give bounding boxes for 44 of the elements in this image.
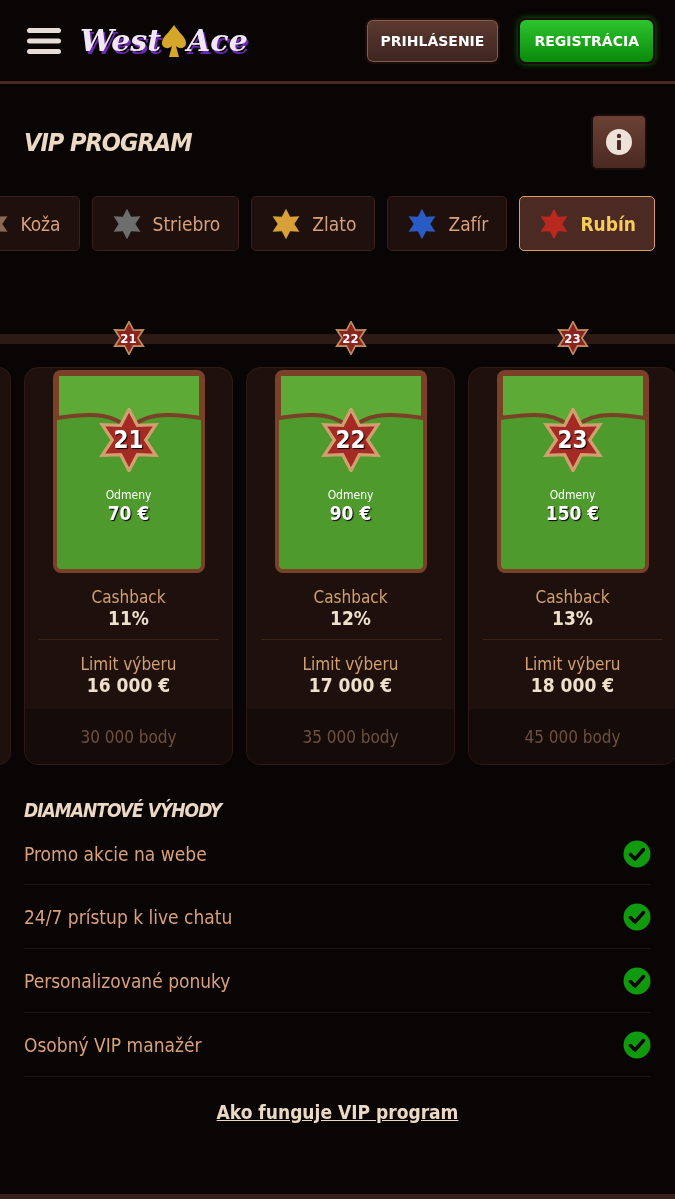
limit-label: Limit výberu xyxy=(524,654,621,674)
reward-value: 150 € xyxy=(545,502,600,524)
level-marker: 21 xyxy=(111,321,146,355)
cashback-value: 12% xyxy=(330,607,371,629)
limit-value: 16 000 € xyxy=(86,674,171,696)
reward-value: 90 € xyxy=(329,502,372,524)
points-text: 45 000 body xyxy=(524,726,621,747)
tier-tab[interactable]: Zlato xyxy=(251,196,376,251)
cashback-value: 13% xyxy=(552,607,593,629)
level-marker: 23 xyxy=(555,321,590,355)
section-title: DIAMANTOVÉ VÝHODY xyxy=(24,799,225,821)
level-badge: 21 xyxy=(96,408,161,472)
cashback-label: Cashback xyxy=(313,587,388,607)
page-title: VIP PROGRAM xyxy=(24,127,192,157)
benefit-label: Osobný VIP manažér xyxy=(24,1033,202,1056)
reward-label: Odmeny xyxy=(549,488,596,502)
benefit-label: Promo akcie na webe xyxy=(24,842,207,865)
vip-info-link[interactable]: Ako funguje VIP program xyxy=(216,1101,459,1123)
cashback-label: Cashback xyxy=(91,587,166,607)
tier-tab[interactable]: Koža xyxy=(0,196,80,251)
points-text: 35 000 body xyxy=(302,726,399,747)
level-badge: 23 xyxy=(540,408,605,472)
reward-label: Odmeny xyxy=(105,488,152,502)
tier-tab[interactable]: Zafír xyxy=(387,196,508,251)
benefit-label: Personalizované ponuky xyxy=(24,969,231,992)
limit-label: Limit výberu xyxy=(80,654,177,674)
tier-tab[interactable]: Striebro xyxy=(91,196,240,251)
reward-label: Odmeny xyxy=(327,488,374,502)
limit-value: 18 000 € xyxy=(530,674,615,696)
menu-icon[interactable] xyxy=(26,25,62,56)
level-badge: 22 xyxy=(318,408,383,472)
info-icon xyxy=(605,128,633,156)
benefit-label: 24/7 prístup k live chatu xyxy=(24,905,233,928)
info-button[interactable] xyxy=(591,114,647,170)
cashback-value: 11% xyxy=(108,607,149,629)
reward-value: 70 € xyxy=(107,502,150,524)
login-button[interactable]: PRIHLÁSENIE xyxy=(364,17,501,64)
points-text: 30 000 body xyxy=(80,726,177,747)
logo-text: West xyxy=(80,23,162,58)
limit-label: Limit výberu xyxy=(302,654,399,674)
tier-tab[interactable]: Rubín xyxy=(519,196,655,251)
cashback-label: Cashback xyxy=(535,587,610,607)
limit-value: 17 000 € xyxy=(308,674,393,696)
level-marker: 22 xyxy=(333,321,368,355)
